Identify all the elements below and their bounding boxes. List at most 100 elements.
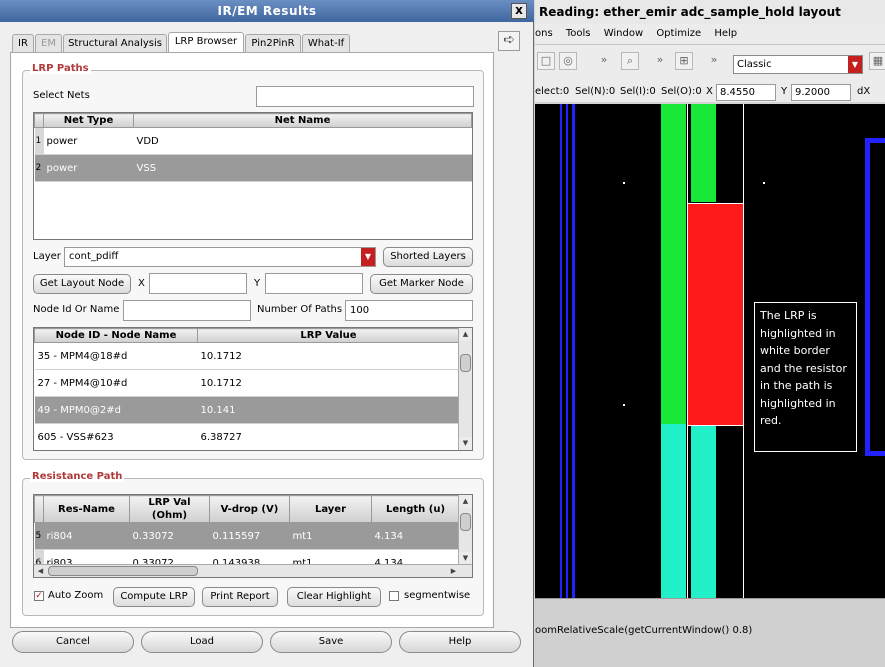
expand-icon[interactable]: »	[595, 52, 613, 70]
auto-zoom-checkbox[interactable]: ✓	[34, 591, 44, 601]
y-coord-field[interactable]: 9.2000	[791, 84, 851, 101]
expand-icon[interactable]: »	[651, 52, 669, 70]
sel-o-count: Sel(O):0	[661, 86, 702, 97]
select-nets-input[interactable]	[256, 86, 474, 107]
scroll-thumb[interactable]	[460, 354, 471, 372]
chevron-down-icon[interactable]: ▼	[848, 56, 862, 73]
scroll-thumb[interactable]	[460, 513, 471, 531]
res-table-vscrollbar[interactable]: ▲ ▼	[458, 495, 472, 565]
chevron-down-icon[interactable]: ▼	[361, 248, 375, 266]
h-scroll-thumb[interactable]	[48, 566, 198, 576]
menu-bar: ons Tools Window Optimize Help	[535, 24, 885, 44]
load-button[interactable]: Load	[141, 631, 263, 653]
layer-combo-value: cont_pdiff	[69, 251, 119, 262]
res-table-hscrollbar[interactable]: ◀ ▶	[34, 564, 472, 577]
table-row[interactable]: 27 - MPM4@10#d 10.1712	[34, 369, 460, 397]
col-res-name[interactable]: Res-Name	[43, 495, 130, 523]
search-icon[interactable]: ⌕	[621, 52, 639, 70]
cyan-diffusion	[691, 424, 716, 598]
col-lrp-value[interactable]: LRP Value	[197, 328, 460, 343]
scroll-left-icon[interactable]: ◀	[34, 565, 47, 577]
length-cell: 4.134	[371, 522, 460, 550]
lrp-value-cell: 10.1712	[197, 342, 460, 370]
table-row[interactable]: 1 power VDD	[34, 127, 472, 155]
scroll-down-icon[interactable]: ▼	[459, 437, 472, 450]
node-cell: 605 - VSS#623	[34, 423, 198, 450]
tab-pin2pinr[interactable]: Pin2PinR	[245, 34, 301, 52]
clear-highlight-button[interactable]: Clear Highlight	[287, 587, 381, 607]
status-bar: elect:0 Sel(N):0 Sel(I):0 Sel(O):0 X 8.4…	[535, 82, 885, 102]
layout-window-title: Reading: ether_emir adc_sample_hold layo…	[535, 0, 885, 24]
connect-icon[interactable]: ⊞	[675, 52, 693, 70]
help-button[interactable]: Help	[399, 631, 521, 653]
table-row[interactable]: 35 - MPM4@18#d 10.1712	[34, 342, 460, 370]
cancel-button[interactable]: Cancel	[12, 631, 134, 653]
menu-item-optimize[interactable]: Optimize	[656, 24, 701, 44]
compute-lrp-button[interactable]: Compute LRP	[113, 587, 195, 607]
col-net-type[interactable]: Net Type	[43, 113, 134, 128]
node-id-input[interactable]	[123, 300, 251, 321]
grid-icon[interactable]: ▦	[869, 52, 885, 70]
refresh-icon[interactable]: ◎	[559, 52, 577, 70]
lrp-value-cell: 10.141	[197, 396, 460, 424]
col-lrp-val[interactable]: LRP Val (Ohm)	[129, 495, 210, 523]
col-net-name[interactable]: Net Name	[133, 113, 472, 128]
y-input[interactable]	[265, 273, 363, 294]
green-rail	[691, 104, 716, 202]
toolbar-icon[interactable]: □	[537, 52, 555, 70]
node-cell: 35 - MPM4@18#d	[34, 342, 198, 370]
layout-canvas[interactable]: The LRP is highlighted in white border a…	[535, 104, 885, 598]
col-node-id[interactable]: Node ID - Node Name	[34, 328, 198, 343]
select-nets-label: Select Nets	[33, 90, 90, 101]
highlighted-resistor[interactable]	[688, 204, 743, 426]
col-length[interactable]: Length (u)	[371, 495, 460, 523]
tab-ir[interactable]: IR	[12, 34, 34, 52]
table-row[interactable]: 5 ri804 0.33072 0.115597 mt1 4.134	[34, 522, 460, 550]
sel-n-count: Sel(N):0	[575, 86, 616, 97]
num-paths-input[interactable]: 100	[345, 300, 473, 321]
scroll-up-icon[interactable]: ▲	[459, 495, 472, 508]
layer-combo[interactable]: cont_pdiff ▼	[64, 247, 376, 267]
table-row[interactable]: 605 - VSS#623 6.38727	[34, 423, 460, 450]
print-report-button[interactable]: Print Report	[202, 587, 278, 607]
view-mode-combo[interactable]: Classic ▼	[733, 55, 863, 74]
tab-structural-analysis[interactable]: Structural Analysis	[63, 34, 167, 52]
table-row[interactable]: 2 power VSS	[34, 154, 472, 182]
close-icon[interactable]: x	[511, 3, 527, 19]
menu-item-window[interactable]: Window	[604, 24, 643, 44]
col-layer[interactable]: Layer	[289, 495, 372, 523]
view-mode-value: Classic	[737, 59, 772, 70]
menu-item-options[interactable]: ons	[535, 24, 553, 44]
toolbar: □ ◎ » ⌕ » ⊞ » Classic ▼ ▦	[535, 44, 885, 82]
scroll-up-icon[interactable]: ▲	[459, 328, 472, 341]
shorted-layers-button[interactable]: Shorted Layers	[383, 247, 473, 267]
grid-dot	[623, 182, 625, 184]
row-number: 5	[34, 522, 44, 550]
command-text: oomRelativeScale(getCurrentWindow() 0.8)	[535, 625, 753, 636]
get-marker-node-button[interactable]: Get Marker Node	[370, 274, 473, 294]
expand-icon[interactable]: »	[705, 52, 723, 70]
tab-scroll-arrow-icon[interactable]: ➪	[498, 31, 520, 51]
get-layout-node-button[interactable]: Get Layout Node	[33, 274, 131, 294]
scroll-right-icon[interactable]: ▶	[447, 565, 460, 577]
node-table-scrollbar[interactable]: ▲ ▼	[458, 328, 472, 450]
layout-window: Reading: ether_emir adc_sample_hold layo…	[535, 0, 885, 667]
blue-wire	[566, 104, 568, 598]
res-name-cell: ri804	[43, 522, 130, 550]
grid-dot	[623, 404, 625, 406]
nets-table: Net Type Net Name 1 power VDD 2 power VS…	[33, 112, 473, 240]
tab-what-if[interactable]: What-If	[302, 34, 350, 52]
menu-item-tools[interactable]: Tools	[566, 24, 591, 44]
tab-lrp-browser[interactable]: LRP Browser	[168, 32, 244, 52]
col-v-drop[interactable]: V-drop (V)	[209, 495, 290, 523]
menu-item-help[interactable]: Help	[714, 24, 737, 44]
save-button[interactable]: Save	[270, 631, 392, 653]
segmentwise-checkbox[interactable]	[389, 591, 399, 601]
net-type-cell: power	[43, 127, 134, 155]
x-input[interactable]	[149, 273, 247, 294]
x-coord-field[interactable]: 8.4550	[716, 84, 776, 101]
node-cell: 49 - MPM0@2#d	[34, 396, 198, 424]
row-number: 2	[34, 154, 44, 182]
command-line[interactable]: oomRelativeScale(getCurrentWindow() 0.8)	[535, 598, 885, 667]
table-row[interactable]: 49 - MPM0@2#d 10.141	[34, 396, 460, 424]
